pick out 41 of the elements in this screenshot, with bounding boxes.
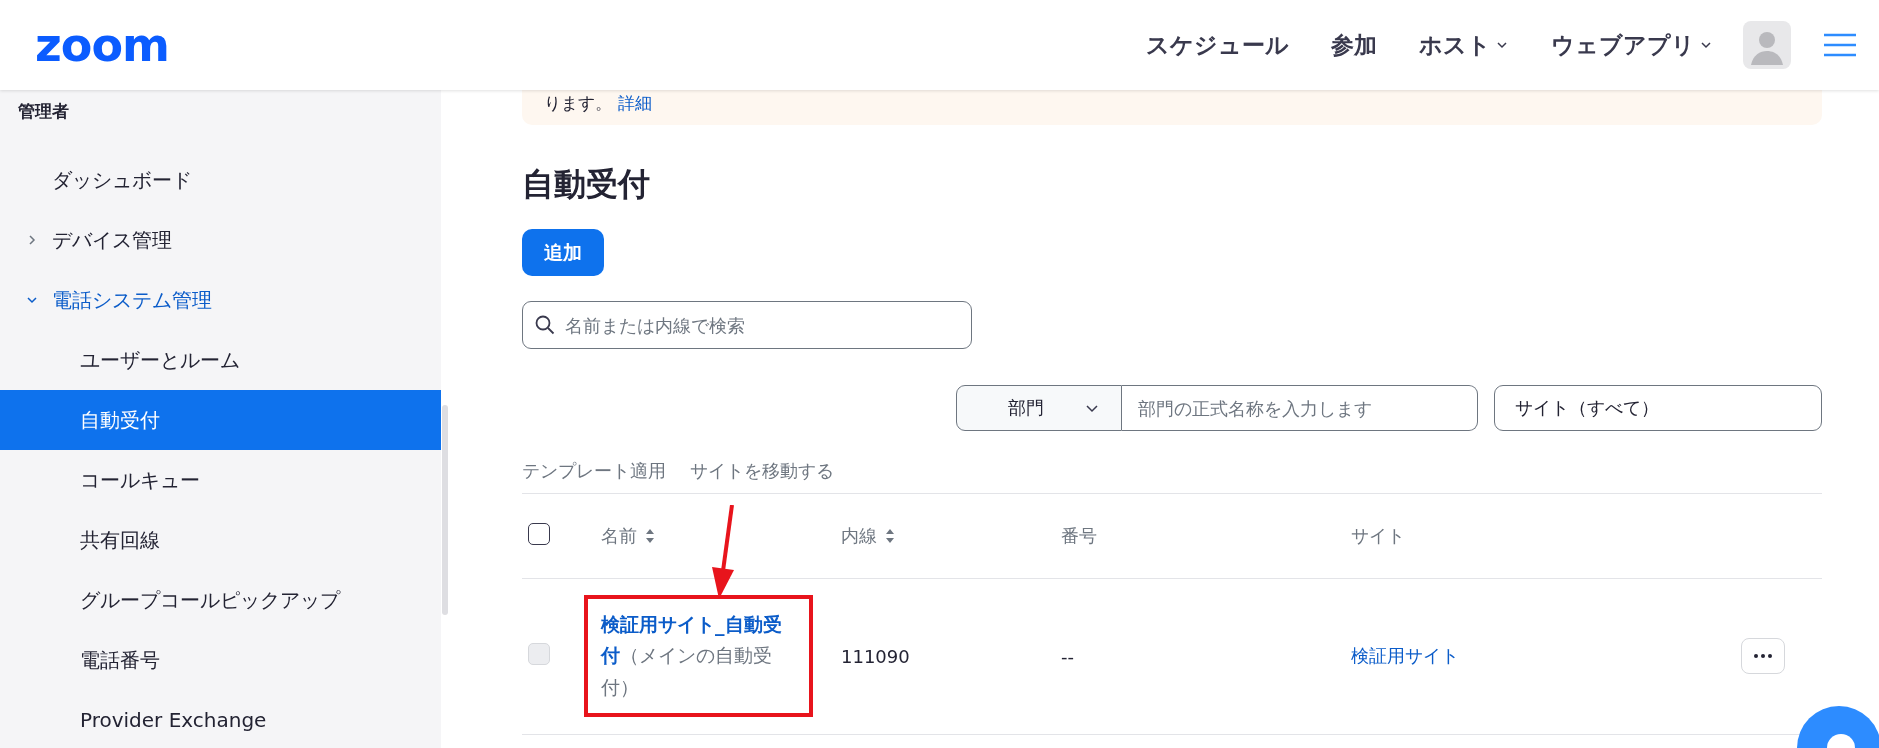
extension-cell: 111090 (841, 645, 910, 667)
sidebar-item[interactable]: Provider Exchange (0, 690, 441, 748)
search-field[interactable]: 名前または内線で検索 (522, 301, 972, 349)
scrollbar-thumb[interactable] (442, 405, 448, 615)
nav-link[interactable]: ホスト (1419, 29, 1509, 61)
sidebar-item[interactable]: 電話番号 (0, 630, 441, 690)
column-header[interactable]: 内線 (841, 523, 895, 548)
nav-link[interactable]: 参加 (1331, 29, 1377, 61)
nav-link[interactable]: スケジュール (1146, 29, 1289, 61)
action-link[interactable]: テンプレート適用 (522, 459, 666, 483)
add-button[interactable]: 追加 (522, 229, 604, 276)
sidebar-heading: 管理者 (17, 100, 70, 123)
action-link[interactable]: サイトを移動する (690, 459, 834, 483)
page-title: 自動受付 (522, 164, 651, 205)
nav-link[interactable]: ウェブアプリ (1551, 29, 1713, 61)
avatar-icon[interactable] (1743, 21, 1791, 69)
site-select[interactable]: サイト（すべて） (1494, 385, 1822, 431)
sidebar-item[interactable]: ユーザーとルーム (0, 330, 441, 390)
sidebar-item[interactable]: 自動受付 (0, 390, 441, 450)
column-header[interactable]: 名前 (601, 523, 655, 548)
details-link[interactable]: 詳細 (618, 93, 652, 113)
logo[interactable]: zoom (35, 18, 169, 72)
number-cell: -- (1061, 645, 1074, 667)
sidebar-item[interactable]: 共有回線 (0, 510, 441, 570)
sidebar-item[interactable]: グループコールピックアップ (0, 570, 441, 630)
search-icon (535, 315, 555, 335)
menu-icon[interactable] (1823, 33, 1857, 57)
column-header: サイト (1351, 523, 1405, 548)
department-select[interactable]: 部門 (956, 385, 1122, 431)
department-input[interactable]: 部門の正式名称を入力します (1122, 385, 1478, 431)
more-button[interactable] (1741, 638, 1785, 674)
select-all-checkbox[interactable] (528, 522, 550, 545)
sidebar-item[interactable]: デバイス管理 (0, 210, 441, 270)
column-header: 番号 (1061, 523, 1097, 548)
notice-text: ります。 (544, 93, 612, 113)
sidebar-item[interactable]: ダッシュボード (0, 150, 441, 210)
sort-icon (645, 527, 655, 544)
sidebar-item[interactable]: コールキュー (0, 450, 441, 510)
sort-icon (885, 527, 895, 544)
sidebar-item[interactable]: 電話システム管理 (0, 270, 441, 330)
more-icon (1754, 654, 1772, 658)
